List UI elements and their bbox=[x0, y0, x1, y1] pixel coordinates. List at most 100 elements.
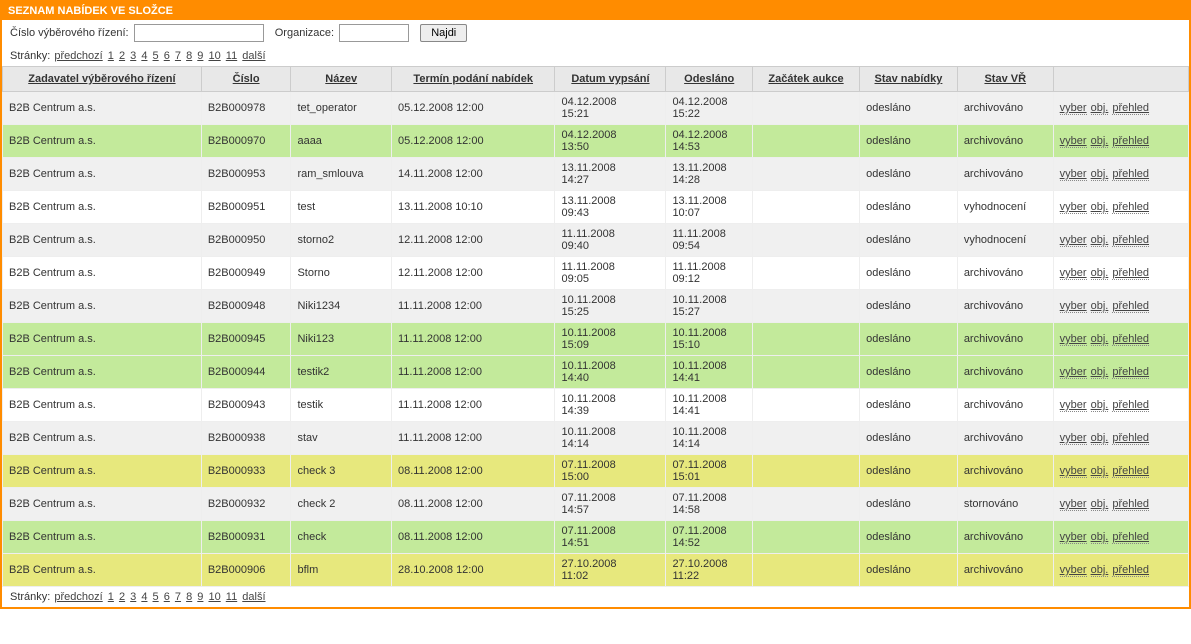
action-obj[interactable]: obj. bbox=[1091, 432, 1109, 445]
pager-page[interactable]: 6 bbox=[164, 50, 170, 62]
pager-prev[interactable]: předchozí bbox=[54, 50, 102, 62]
action-obj[interactable]: obj. bbox=[1091, 201, 1109, 214]
pager-page[interactable]: 10 bbox=[208, 591, 220, 603]
action-vyber[interactable]: vyber bbox=[1060, 168, 1087, 181]
action-prehled[interactable]: přehled bbox=[1112, 432, 1149, 445]
cell-stav-vr: vyhodnocení bbox=[957, 191, 1053, 224]
action-prehled[interactable]: přehled bbox=[1112, 300, 1149, 313]
col-termin[interactable]: Termín podání nabídek bbox=[413, 73, 533, 85]
col-nazev[interactable]: Název bbox=[325, 73, 357, 85]
pager-page[interactable]: 2 bbox=[119, 50, 125, 62]
cell-aukce bbox=[752, 92, 859, 125]
action-vyber[interactable]: vyber bbox=[1060, 399, 1087, 412]
action-obj[interactable]: obj. bbox=[1091, 267, 1109, 280]
action-prehled[interactable]: přehled bbox=[1112, 531, 1149, 544]
action-vyber[interactable]: vyber bbox=[1060, 366, 1087, 379]
action-prehled[interactable]: přehled bbox=[1112, 564, 1149, 577]
pager-page[interactable]: 8 bbox=[186, 50, 192, 62]
action-vyber[interactable]: vyber bbox=[1060, 333, 1087, 346]
action-obj[interactable]: obj. bbox=[1091, 399, 1109, 412]
action-prehled[interactable]: přehled bbox=[1112, 267, 1149, 280]
pager-page[interactable]: 8 bbox=[186, 591, 192, 603]
pager-page[interactable]: 1 bbox=[108, 591, 114, 603]
pager-page[interactable]: 5 bbox=[153, 591, 159, 603]
pager-page[interactable]: 4 bbox=[141, 50, 147, 62]
pager-page[interactable]: 11 bbox=[226, 591, 237, 603]
action-prehled[interactable]: přehled bbox=[1112, 234, 1149, 247]
action-prehled[interactable]: přehled bbox=[1112, 333, 1149, 346]
pager-page[interactable]: 1 bbox=[108, 50, 114, 62]
col-aukce[interactable]: Začátek aukce bbox=[768, 73, 843, 85]
action-obj[interactable]: obj. bbox=[1091, 135, 1109, 148]
pager-page[interactable]: 11 bbox=[226, 50, 237, 62]
pager-page[interactable]: 5 bbox=[153, 50, 159, 62]
action-vyber[interactable]: vyber bbox=[1060, 300, 1087, 313]
action-prehled[interactable]: přehled bbox=[1112, 399, 1149, 412]
cell-termin: 08.11.2008 12:00 bbox=[391, 521, 555, 554]
cell-cislo: B2B000949 bbox=[201, 257, 291, 290]
cell-zadavatel: B2B Centrum a.s. bbox=[3, 389, 202, 422]
pager-page[interactable]: 7 bbox=[175, 591, 181, 603]
action-prehled[interactable]: přehled bbox=[1112, 135, 1149, 148]
organization-input[interactable] bbox=[339, 24, 409, 42]
action-vyber[interactable]: vyber bbox=[1060, 465, 1087, 478]
cell-cislo: B2B000932 bbox=[201, 488, 291, 521]
cell-aukce bbox=[752, 554, 859, 587]
cell-odeslano: 11.11.200809:12 bbox=[666, 257, 753, 290]
pager-prev[interactable]: předchozí bbox=[54, 591, 102, 603]
col-odeslano[interactable]: Odesláno bbox=[684, 73, 734, 85]
action-prehled[interactable]: přehled bbox=[1112, 498, 1149, 511]
panel-title: SEZNAM NABÍDEK VE SLOŽCE bbox=[2, 2, 1189, 20]
cell-actions: vyber obj.přehled bbox=[1053, 92, 1188, 125]
col-zadavatel[interactable]: Zadavatel výběrového řízení bbox=[28, 73, 175, 85]
action-obj[interactable]: obj. bbox=[1091, 564, 1109, 577]
find-button[interactable]: Najdi bbox=[420, 24, 467, 42]
action-obj[interactable]: obj. bbox=[1091, 300, 1109, 313]
cell-stav-nab: odesláno bbox=[860, 554, 958, 587]
action-obj[interactable]: obj. bbox=[1091, 498, 1109, 511]
pager-next[interactable]: další bbox=[242, 591, 265, 603]
pager-next[interactable]: další bbox=[242, 50, 265, 62]
cell-stav-nab: odesláno bbox=[860, 488, 958, 521]
pager-page[interactable]: 2 bbox=[119, 591, 125, 603]
pager-page[interactable]: 10 bbox=[208, 50, 220, 62]
pager-page[interactable]: 9 bbox=[197, 50, 203, 62]
cell-stav-vr: archivováno bbox=[957, 158, 1053, 191]
action-prehled[interactable]: přehled bbox=[1112, 102, 1149, 115]
action-vyber[interactable]: vyber bbox=[1060, 135, 1087, 148]
action-obj[interactable]: obj. bbox=[1091, 234, 1109, 247]
action-obj[interactable]: obj. bbox=[1091, 531, 1109, 544]
action-prehled[interactable]: přehled bbox=[1112, 465, 1149, 478]
action-vyber[interactable]: vyber bbox=[1060, 564, 1087, 577]
tender-number-input[interactable] bbox=[134, 24, 264, 42]
action-prehled[interactable]: přehled bbox=[1112, 366, 1149, 379]
action-vyber[interactable]: vyber bbox=[1060, 432, 1087, 445]
action-obj[interactable]: obj. bbox=[1091, 168, 1109, 181]
cell-zadavatel: B2B Centrum a.s. bbox=[3, 422, 202, 455]
action-obj[interactable]: obj. bbox=[1091, 333, 1109, 346]
pager-page[interactable]: 4 bbox=[141, 591, 147, 603]
col-cislo[interactable]: Číslo bbox=[233, 73, 260, 85]
pager-page[interactable]: 7 bbox=[175, 50, 181, 62]
action-obj[interactable]: obj. bbox=[1091, 465, 1109, 478]
col-stav-nab[interactable]: Stav nabídky bbox=[875, 73, 943, 85]
pager-page[interactable]: 6 bbox=[164, 591, 170, 603]
pager-bottom: Stránky: předchozí 1 2 3 4 5 6 7 8 9 10 … bbox=[2, 587, 1189, 607]
cell-actions: vyber obj.přehled bbox=[1053, 455, 1188, 488]
action-prehled[interactable]: přehled bbox=[1112, 201, 1149, 214]
action-prehled[interactable]: přehled bbox=[1112, 168, 1149, 181]
pager-page[interactable]: 3 bbox=[130, 50, 136, 62]
action-vyber[interactable]: vyber bbox=[1060, 201, 1087, 214]
action-vyber[interactable]: vyber bbox=[1060, 234, 1087, 247]
action-vyber[interactable]: vyber bbox=[1060, 267, 1087, 280]
col-vypsani[interactable]: Datum vypsání bbox=[571, 73, 649, 85]
col-stav-vr[interactable]: Stav VŘ bbox=[984, 73, 1026, 85]
action-vyber[interactable]: vyber bbox=[1060, 102, 1087, 115]
action-obj[interactable]: obj. bbox=[1091, 102, 1109, 115]
action-vyber[interactable]: vyber bbox=[1060, 498, 1087, 511]
pager-page[interactable]: 3 bbox=[130, 591, 136, 603]
action-vyber[interactable]: vyber bbox=[1060, 531, 1087, 544]
action-obj[interactable]: obj. bbox=[1091, 366, 1109, 379]
pager-page[interactable]: 9 bbox=[197, 591, 203, 603]
cell-termin: 11.11.2008 12:00 bbox=[391, 422, 555, 455]
